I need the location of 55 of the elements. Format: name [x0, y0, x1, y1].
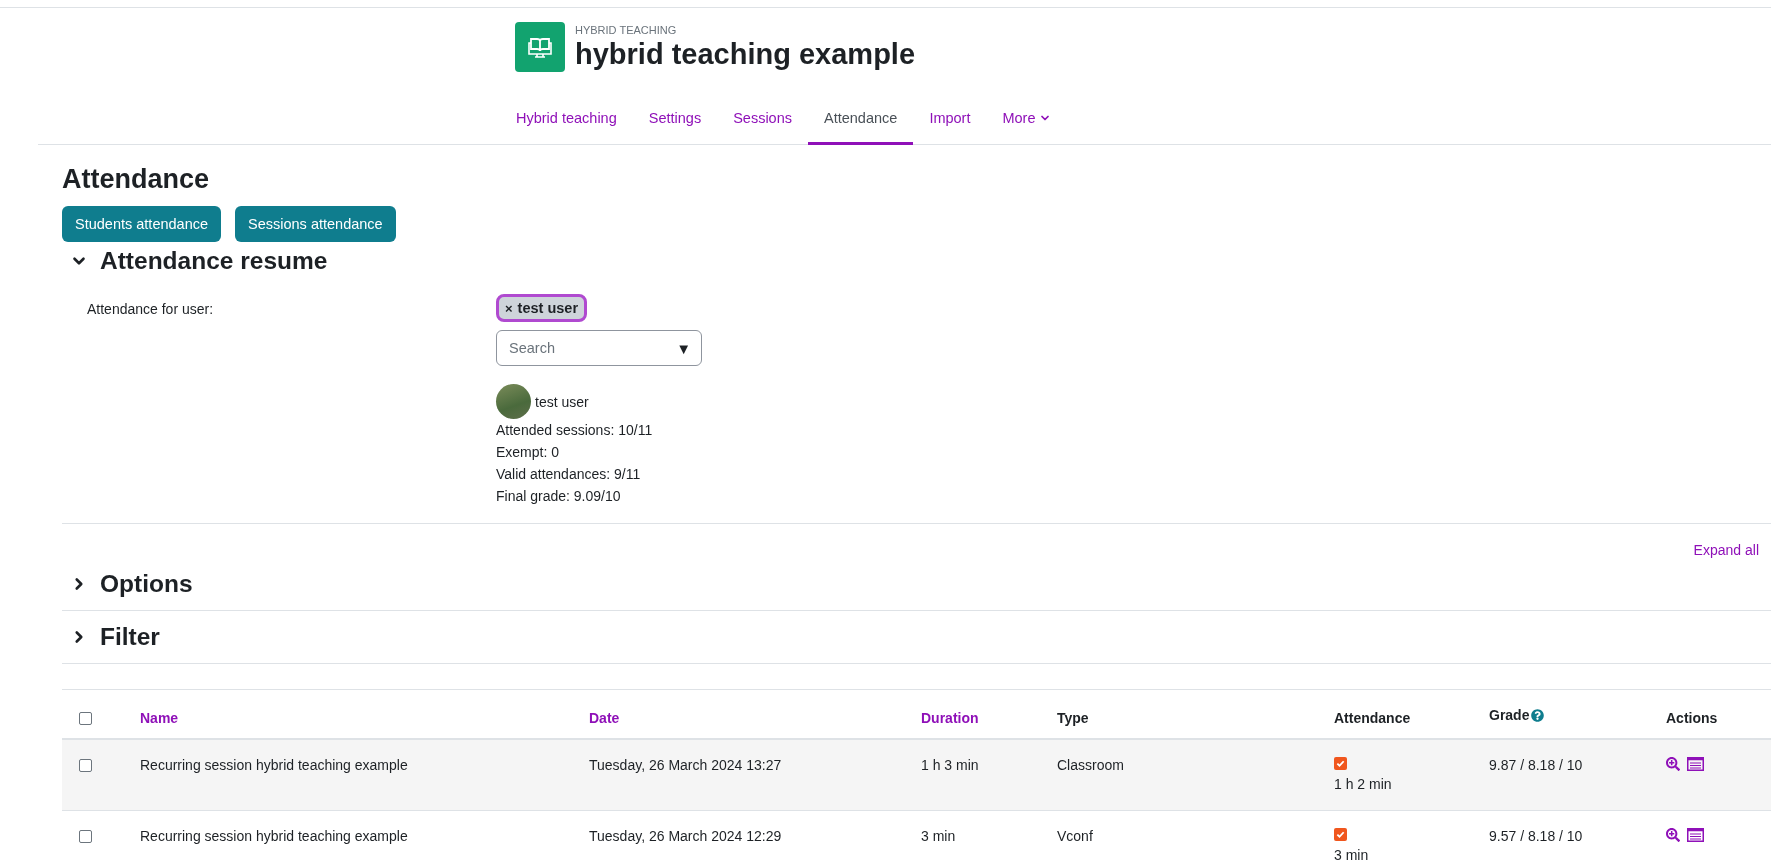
row-checkbox[interactable] [79, 759, 92, 772]
zoom-in-icon[interactable] [1666, 757, 1680, 771]
stat-text: Attended sessions: 10/11 [496, 421, 653, 440]
table-cell: 3 min [921, 828, 956, 844]
nav-tab[interactable]: Sessions [717, 94, 808, 145]
list-icon[interactable] [1687, 828, 1704, 842]
column-header[interactable]: Duration [921, 710, 979, 726]
avatar [496, 384, 531, 419]
row-checkbox[interactable] [79, 830, 92, 843]
user-chip[interactable]: × test user [496, 294, 588, 322]
user-name: test user [535, 392, 589, 412]
nav-tab[interactable]: More [986, 94, 1067, 145]
column-header: Attendance [1334, 710, 1411, 726]
table-cell: 9.87 / 8.18 / 10 [1489, 757, 1583, 773]
column-header: Grade [1489, 707, 1530, 723]
help-icon[interactable] [1531, 708, 1545, 722]
table-cell: 9.57 / 8.18 / 10 [1489, 828, 1583, 844]
table-cell: Vconf [1057, 828, 1093, 844]
search-field[interactable]: Search ▼ [496, 330, 702, 366]
table-cell: Tuesday, 26 March 2024 13:27 [589, 757, 782, 773]
section-title: Filter [100, 623, 160, 651]
select-all-checkbox[interactable] [79, 712, 92, 725]
section-title: Attendance resume [100, 247, 328, 275]
page-heading: hybrid teaching example [575, 36, 916, 71]
column-header[interactable]: Name [140, 710, 179, 726]
zoom-in-icon[interactable] [1666, 828, 1680, 842]
list-icon[interactable] [1687, 757, 1704, 771]
field-label: Attendance for user: [86, 300, 215, 317]
column-header[interactable]: Date [589, 710, 620, 726]
nav-tab[interactable]: Import [913, 94, 987, 145]
column-header: Type [1057, 710, 1089, 726]
table-cell: 1 h 2 min [1334, 776, 1392, 792]
view-button[interactable]: Students attendance [62, 206, 222, 242]
stat-text: Final grade: 9.09/10 [496, 487, 621, 506]
remove-icon[interactable]: × [505, 300, 513, 316]
module-type-label: HYBRID TEACHING [575, 23, 678, 37]
table-cell: Recurring session hybrid teaching example [140, 757, 408, 773]
view-button[interactable]: Sessions attendance [235, 206, 396, 242]
table-cell: Recurring session hybrid teaching example [140, 828, 408, 844]
table-cell: 3 min [1334, 847, 1369, 861]
section-title: Options [100, 570, 193, 598]
stat-text: Valid attendances: 9/11 [496, 465, 641, 484]
nav-tab[interactable]: Settings [632, 94, 718, 145]
table-cell: Tuesday, 26 March 2024 12:29 [589, 828, 782, 844]
table-cell: 1 h 3 min [921, 757, 979, 773]
stat-text: Exempt: 0 [496, 443, 560, 462]
chip-label: test user [517, 300, 579, 316]
expand-all-link[interactable]: Expand all [1693, 542, 1759, 558]
dropdown-caret[interactable]: ▼ [676, 339, 691, 357]
table-cell: Classroom [1057, 757, 1124, 773]
section-heading: Attendance [62, 163, 211, 195]
module-icon [515, 22, 565, 72]
column-header: Actions [1666, 710, 1718, 726]
nav-tab[interactable]: Attendance [808, 94, 914, 145]
nav-tab[interactable]: Hybrid teaching [500, 94, 633, 145]
